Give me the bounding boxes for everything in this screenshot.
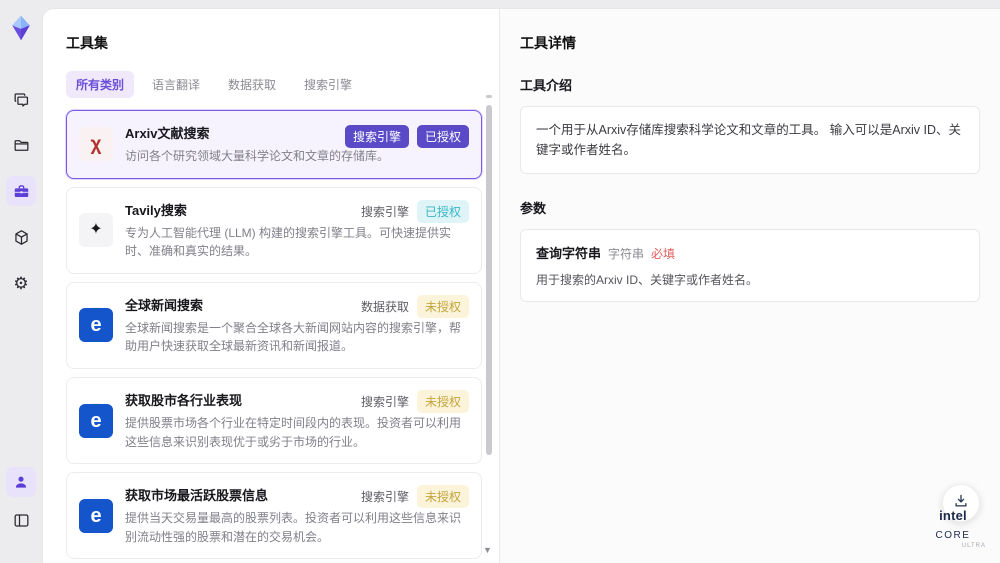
stock-logo-icon: e	[90, 409, 102, 432]
news-logo-icon: e	[90, 314, 102, 337]
panel-toggle-icon	[12, 511, 31, 530]
tool-icon: e	[79, 308, 113, 343]
chat-icon	[12, 90, 31, 109]
tool-badges: 搜索引擎 未授权	[360, 389, 469, 413]
intro-card: 一个用于从Arxiv存储库搜索科学论文和文章的工具。 输入可以是Arxiv ID…	[520, 106, 980, 174]
app-logo-icon	[7, 14, 35, 42]
sidebar-item-profile[interactable]	[6, 467, 36, 497]
tab-all-categories[interactable]: 所有类别	[66, 71, 135, 98]
tab-language-translation[interactable]: 语言翻译	[142, 71, 210, 98]
scrollbar-thumb[interactable]	[486, 105, 492, 455]
tool-category-badge: 搜索引擎	[360, 204, 409, 219]
tool-list-item[interactable]: e 获取市场最活跃股票信息 提供当天交易量最高的股票列表。投资者可以利用这些信息…	[66, 472, 482, 560]
tab-data-fetch[interactable]: 数据获取	[218, 71, 286, 98]
tool-auth-badge: 未授权	[416, 389, 469, 413]
tool-category-badge: 数据获取	[360, 299, 409, 314]
tool-category-badge: 搜索引擎	[360, 394, 409, 409]
detail-title: 工具详情	[520, 35, 576, 51]
tool-list-item[interactable]: χ Arxiv文献搜索 访问各个研究领域大量科学论文和文章的存储库。 搜索引擎 …	[66, 110, 482, 179]
tool-badges: 数据获取 未授权	[360, 294, 469, 318]
scrollbar: ▼	[483, 95, 492, 555]
sidebar-item-files[interactable]	[6, 130, 36, 160]
tool-category-badge: 搜索引擎	[344, 125, 409, 148]
tool-badges: 搜索引擎 已授权	[360, 199, 469, 223]
stock-logo-icon: e	[90, 504, 102, 527]
ultra-text: ULTRA	[961, 543, 986, 550]
toolbox-icon	[12, 182, 31, 201]
category-tabs: 所有类别 语言翻译 数据获取 搜索引擎	[66, 71, 483, 98]
tool-icon: e	[79, 498, 113, 533]
sidebar: ⚙	[0, 0, 42, 563]
tool-description: 专为人工智能代理 (LLM) 构建的搜索引擎工具。可快速提供实时、准确和真实的结…	[125, 225, 452, 259]
sidebar-item-chat[interactable]	[6, 84, 36, 114]
sidebar-item-plugins[interactable]	[6, 222, 36, 252]
tool-badges: 搜索引擎 未授权	[360, 485, 469, 509]
user-icon	[12, 473, 30, 491]
folder-icon	[12, 136, 31, 155]
tool-list-item[interactable]: e 获取股市各行业表现 提供股票市场各个行业在特定时间段内的表现。投资者可以利用…	[66, 376, 482, 465]
tool-description: 提供股票市场各个行业在特定时间段内的表现。投资者可以利用这些信息来识别表现优于或…	[125, 415, 462, 449]
tool-auth-badge: 已授权	[416, 199, 469, 223]
param-description: 用于搜索的Arxiv ID、关键字或作者姓名。	[536, 273, 759, 287]
tool-detail-pane: 工具详情 工具介绍 一个用于从Arxiv存储库搜索科学论文和文章的工具。 输入可…	[499, 9, 1000, 563]
intel-text: intel	[939, 508, 967, 524]
page-title: 工具集	[66, 35, 108, 51]
tool-auth-badge: 未授权	[416, 485, 469, 509]
tool-icon: χ	[79, 127, 113, 162]
sidebar-item-panel-toggle[interactable]	[6, 505, 36, 535]
tab-search-engine[interactable]: 搜索引擎	[294, 71, 362, 98]
scrollbar-down-arrow[interactable]: ▼	[483, 545, 492, 555]
param-required-badge: 必填	[651, 247, 676, 261]
intro-heading: 工具介绍	[520, 78, 573, 93]
param-card: 查询字符串 字符串 必填 用于搜索的Arxiv ID、关键字或作者姓名。	[520, 229, 980, 302]
tool-description: 全球新闻搜索是一个聚合全球各大新闻网站内容的搜索引擎，帮助用户快速获取全球最新资…	[125, 320, 462, 354]
tool-icon: e	[79, 403, 113, 438]
tool-list-item[interactable]: ✦ Tavily搜索 专为人工智能代理 (LLM) 构建的搜索引擎工具。可快速提…	[66, 186, 482, 274]
tool-auth-badge: 已授权	[416, 125, 469, 148]
intel-core-brand: intel CORE ULTRA	[920, 507, 986, 550]
params-heading: 参数	[520, 201, 547, 216]
tool-icon: ✦	[79, 213, 113, 248]
arxiv-chi-icon: χ	[90, 133, 102, 155]
scrollbar-top-mark	[486, 95, 492, 98]
intro-text: 一个用于从Arxiv存储库搜索科学论文和文章的工具。 输入可以是Arxiv ID…	[536, 123, 962, 157]
cube-icon	[12, 228, 31, 247]
tool-badges: 搜索引擎 已授权	[344, 125, 469, 148]
tool-list-pane: 工具集 所有类别 语言翻译 数据获取 搜索引擎 χ Arxiv文献搜索 访问各个…	[43, 9, 499, 563]
tool-list: χ Arxiv文献搜索 访问各个研究领域大量科学论文和文章的存储库。 搜索引擎 …	[66, 110, 482, 563]
sidebar-item-tools[interactable]	[6, 176, 36, 206]
tool-category-badge: 搜索引擎	[360, 490, 409, 505]
core-text: CORE	[935, 529, 971, 541]
tool-description: 提供当天交易量最高的股票列表。投资者可以利用这些信息来识别流动性强的股票和潜在的…	[125, 511, 462, 544]
sparkle-icon: ✦	[89, 221, 103, 239]
tool-list-item[interactable]: e 全球新闻搜索 全球新闻搜索是一个聚合全球各大新闻网站内容的搜索引擎，帮助用户…	[66, 281, 482, 369]
param-name: 查询字符串	[536, 246, 602, 261]
gear-icon: ⚙	[13, 273, 29, 293]
sidebar-item-settings[interactable]: ⚙	[6, 268, 36, 298]
tool-auth-badge: 未授权	[416, 294, 469, 318]
param-type: 字符串	[608, 247, 645, 261]
tool-description: 访问各个研究领域大量科学论文和文章的存储库。	[125, 149, 390, 163]
main-card: 工具集 所有类别 语言翻译 数据获取 搜索引擎 χ Arxiv文献搜索 访问各个…	[42, 8, 1000, 563]
